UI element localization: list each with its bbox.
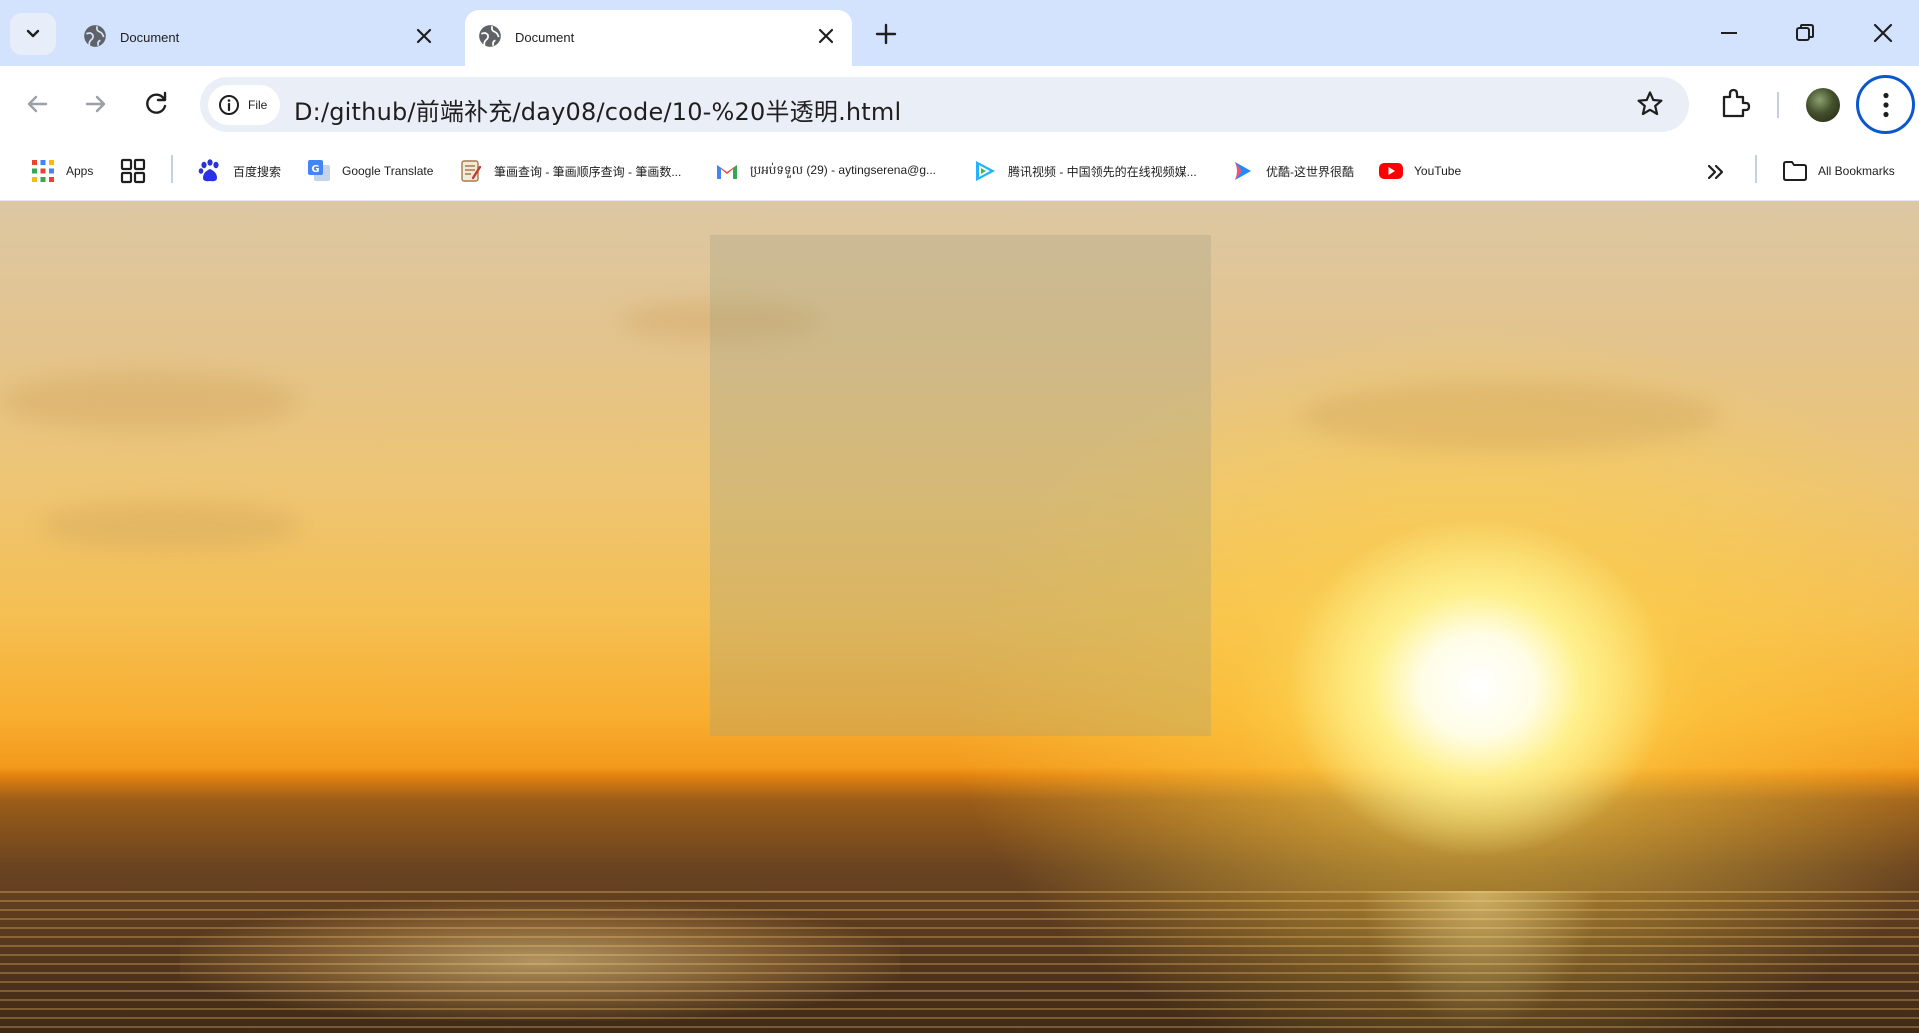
close-window-icon[interactable] [1870,20,1896,46]
baidu-paw-icon [198,159,219,182]
tab-title: Document [515,30,575,45]
bookmarks-overflow-icon[interactable] [1704,161,1728,183]
bookmark-label: 百度搜索 [233,164,282,179]
tab-search-button[interactable] [10,13,56,55]
url-text[interactable]: D:/github/前端补充/day08/code/10-%20半透明.html [294,92,901,127]
gmail-icon [717,165,737,179]
bookmark-label: YouTube [1414,164,1462,178]
new-tab-plus-icon[interactable] [872,20,900,48]
bookmark-youtube[interactable]: YouTube [1378,153,1461,189]
youtube-icon [1379,163,1403,179]
globe-icon [84,25,106,47]
toolbar: File D:/github/前端补充/day08/code/10-%20半透明… [0,66,1919,143]
address-bar[interactable]: File D:/github/前端补充/day08/code/10-%20半透明… [200,77,1689,132]
chevron-down-icon [26,29,40,38]
tab-inactive[interactable]: Document [70,10,450,66]
tab-groups-icon [120,158,146,184]
notepad-icon [461,160,482,182]
bookmark-label: All Bookmarks [1818,164,1895,178]
bookmark-label: 腾讯视频 - 中国领先的在线视频媒... [1008,164,1197,179]
back-arrow-icon[interactable] [21,88,53,120]
folder-icon [1783,161,1807,181]
bookmark-tencent-video[interactable]: 腾讯视频 - 中国领先的在线视频媒... [972,153,1197,189]
bookmark-stroke-order[interactable]: 筆画查询 - 筆画顺序查询 - 筆画数... [458,153,681,189]
extensions-puzzle-icon[interactable] [1718,86,1752,120]
apps-grid-icon [32,160,54,182]
bookmark-tab-groups[interactable] [120,153,156,189]
cloud-shape [1300,381,1720,451]
google-translate-icon: G [308,160,330,181]
bookmark-all-bookmarks[interactable]: All Bookmarks [1782,153,1895,189]
bookmark-label: 筆画查询 - 筆画顺序查询 - 筆画数... [494,164,682,179]
page-background-image [0,201,1919,1033]
globe-icon [479,25,501,47]
bookmarks-bar: Apps 百度搜索 G Google Translate 筆画查询 - 筆画顺序… [0,143,1919,201]
bookmark-youku[interactable]: 优酷-这世界很酷 [1230,153,1354,189]
tab-strip: Document Document [0,0,1919,66]
bookmark-label: 优酷-这世界很酷 [1266,164,1354,179]
bookmark-apps[interactable]: Apps [30,153,93,189]
restore-icon[interactable] [1792,20,1818,46]
site-info-chip[interactable]: File [208,85,280,125]
youku-icon [1235,162,1251,180]
bookmark-google-translate[interactable]: G Google Translate [306,153,433,189]
close-tab-icon[interactable] [814,24,838,48]
info-icon [219,95,239,115]
site-chip-label: File [248,98,268,112]
tencent-video-icon [976,161,995,181]
svg-text:G: G [311,164,319,175]
bookmarks-divider [171,155,173,183]
bookmark-label: ប្រអប់ទទួល (29) - aytingserena@g... [750,163,936,177]
bookmark-star-icon[interactable] [1635,89,1665,119]
profile-avatar[interactable] [1806,88,1840,122]
cloud-shape [40,501,300,551]
cloud-shape [0,371,300,431]
reload-icon[interactable] [140,88,172,120]
more-vertical-icon [1882,92,1889,117]
bookmark-baidu[interactable]: 百度搜索 [197,153,281,189]
bookmarks-divider [1755,155,1757,183]
close-tab-icon[interactable] [412,24,436,48]
bookmark-gmail[interactable]: ប្រអប់ទទួល (29) - aytingserena@g... [714,153,936,189]
semi-transparent-box [710,235,1211,736]
forward-arrow-icon[interactable] [80,88,112,120]
minimize-icon[interactable] [1716,20,1742,46]
toolbar-divider [1777,92,1779,118]
bookmark-label: Google Translate [342,164,434,178]
chrome-menu-button[interactable] [1856,75,1915,134]
tab-active[interactable]: Document [465,10,852,66]
tab-title: Document [120,30,180,45]
sun-reflection [1360,891,1600,1033]
water-splash [180,901,900,1021]
bookmark-label: Apps [66,164,94,178]
